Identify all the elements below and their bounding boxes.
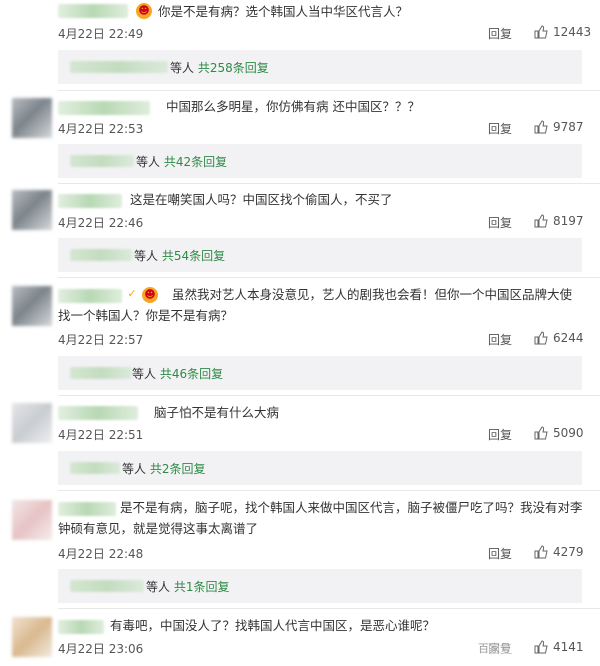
replies-count-link[interactable]: 共2条回复	[150, 462, 206, 476]
like-count: 12443	[553, 25, 592, 39]
comment-time: 4月22日 22:49	[58, 27, 144, 41]
comment-time: 4月22日 22:46	[58, 216, 144, 230]
replier-names	[70, 580, 144, 592]
replies-bar[interactable]: 等人 共46条回复	[58, 356, 582, 390]
comment-text: 脑子怕不是有什么大病	[154, 405, 280, 420]
divider	[58, 395, 600, 396]
replies-bar[interactable]: 等人 共42条回复	[58, 144, 582, 178]
comment-time: 4月22日 23:06	[58, 642, 144, 656]
thumbs-up-icon[interactable]	[534, 120, 548, 134]
like-count: 8197	[553, 214, 584, 228]
replier-names	[70, 61, 168, 73]
replies-count-link[interactable]: 共42条回复	[164, 155, 227, 169]
like-count: 4279	[553, 545, 584, 559]
replies-who: 等人	[122, 462, 147, 476]
comment-time: 4月22日 22:51	[58, 428, 144, 442]
thumbs-up-icon[interactable]	[534, 331, 548, 345]
thumbs-up-icon[interactable]	[534, 25, 548, 39]
like-count: 9787	[553, 120, 584, 134]
username[interactable]	[58, 194, 122, 208]
divider	[58, 490, 600, 491]
reply-button[interactable]: 回复	[488, 331, 512, 348]
comment-text: 有毒吧，中国没人了？找韩国人代言中国区，是恶心谁呢？	[110, 618, 436, 633]
avatar[interactable]	[12, 403, 52, 443]
comment-time: 4月22日 22:53	[58, 122, 144, 136]
replies-summary[interactable]: 等人 共54条回复	[134, 247, 225, 264]
replies-bar[interactable]: 等人 共258条回复	[58, 50, 582, 84]
comment-text: 中国那么多明星，你仿佛有病 还中国区？？？	[166, 99, 420, 114]
replies-bar[interactable]: 等人 共54条回复	[58, 238, 582, 272]
thumbs-up-icon[interactable]	[534, 426, 548, 440]
replies-count-link[interactable]: 共258条回复	[198, 61, 269, 75]
replies-count-link[interactable]: 共1条回复	[174, 580, 230, 594]
username[interactable]	[58, 406, 138, 420]
divider	[58, 183, 600, 184]
avatar[interactable]	[12, 500, 52, 540]
username[interactable]	[58, 101, 150, 115]
divider	[58, 90, 600, 91]
watermark: 百家号	[478, 640, 511, 656]
divider	[58, 277, 600, 278]
replies-bar[interactable]: 等人 共1条回复	[58, 569, 582, 603]
avatar[interactable]	[12, 286, 52, 326]
avatar[interactable]	[12, 98, 52, 138]
replies-who: 等人	[134, 249, 159, 263]
like-count: 6244	[553, 331, 584, 345]
reply-button[interactable]: 回复	[488, 120, 512, 137]
avatar[interactable]	[12, 190, 52, 230]
thumbs-up-icon[interactable]	[534, 214, 548, 228]
badge-icon: ☻	[136, 3, 152, 19]
replies-count-link[interactable]: 共46条回复	[160, 367, 223, 381]
replies-bar[interactable]: 等人 共2条回复	[58, 451, 582, 485]
avatar[interactable]	[12, 617, 52, 657]
replies-who: 等人	[132, 367, 157, 381]
replies-summary[interactable]: 等人 共2条回复	[122, 460, 205, 477]
divider	[58, 608, 600, 609]
username[interactable]	[58, 620, 104, 634]
replies-who: 等人	[136, 155, 161, 169]
replier-names	[70, 155, 134, 167]
replies-summary[interactable]: 等人 共46条回复	[132, 365, 223, 382]
replies-count-link[interactable]: 共54条回复	[162, 249, 225, 263]
comment-text: 这是在嘲笑国人吗？中国区找个偷国人，不买了	[130, 192, 393, 207]
reply-button[interactable]: 回复	[488, 545, 512, 562]
replier-names	[70, 249, 132, 261]
replies-summary[interactable]: 等人 共1条回复	[146, 578, 229, 595]
comment-text: 是不是有病，脑子呢，找个韩国人来做中国区代言，脑子被僵尸吃了吗？我没有对李钟硕有…	[58, 500, 583, 536]
replies-who: 等人	[170, 61, 195, 75]
replies-summary[interactable]: 等人 共258条回复	[170, 59, 269, 76]
reply-button[interactable]: 回复	[488, 426, 512, 443]
comment-text: 你是不是有病？选个韩国人当中华区代言人？	[158, 4, 409, 19]
thumbs-up-icon[interactable]	[534, 640, 548, 654]
reply-button[interactable]: 回复	[488, 214, 512, 231]
comment-time: 4月22日 22:48	[58, 547, 144, 561]
comment-time: 4月22日 22:57	[58, 333, 144, 347]
comment-text: 虽然我对艺人本身没意见，艺人的剧我也会看！但你一个中国区品牌大使找一个韩国人？你…	[58, 287, 573, 323]
like-count: 4141	[553, 640, 584, 654]
thumbs-up-icon[interactable]	[534, 545, 548, 559]
replies-summary[interactable]: 等人 共42条回复	[136, 153, 227, 170]
like-count: 5090	[553, 426, 584, 440]
username[interactable]	[58, 4, 128, 18]
replier-names	[70, 367, 132, 379]
replies-who: 等人	[146, 580, 171, 594]
reply-button[interactable]: 回复	[488, 25, 512, 42]
replier-names	[70, 462, 120, 474]
